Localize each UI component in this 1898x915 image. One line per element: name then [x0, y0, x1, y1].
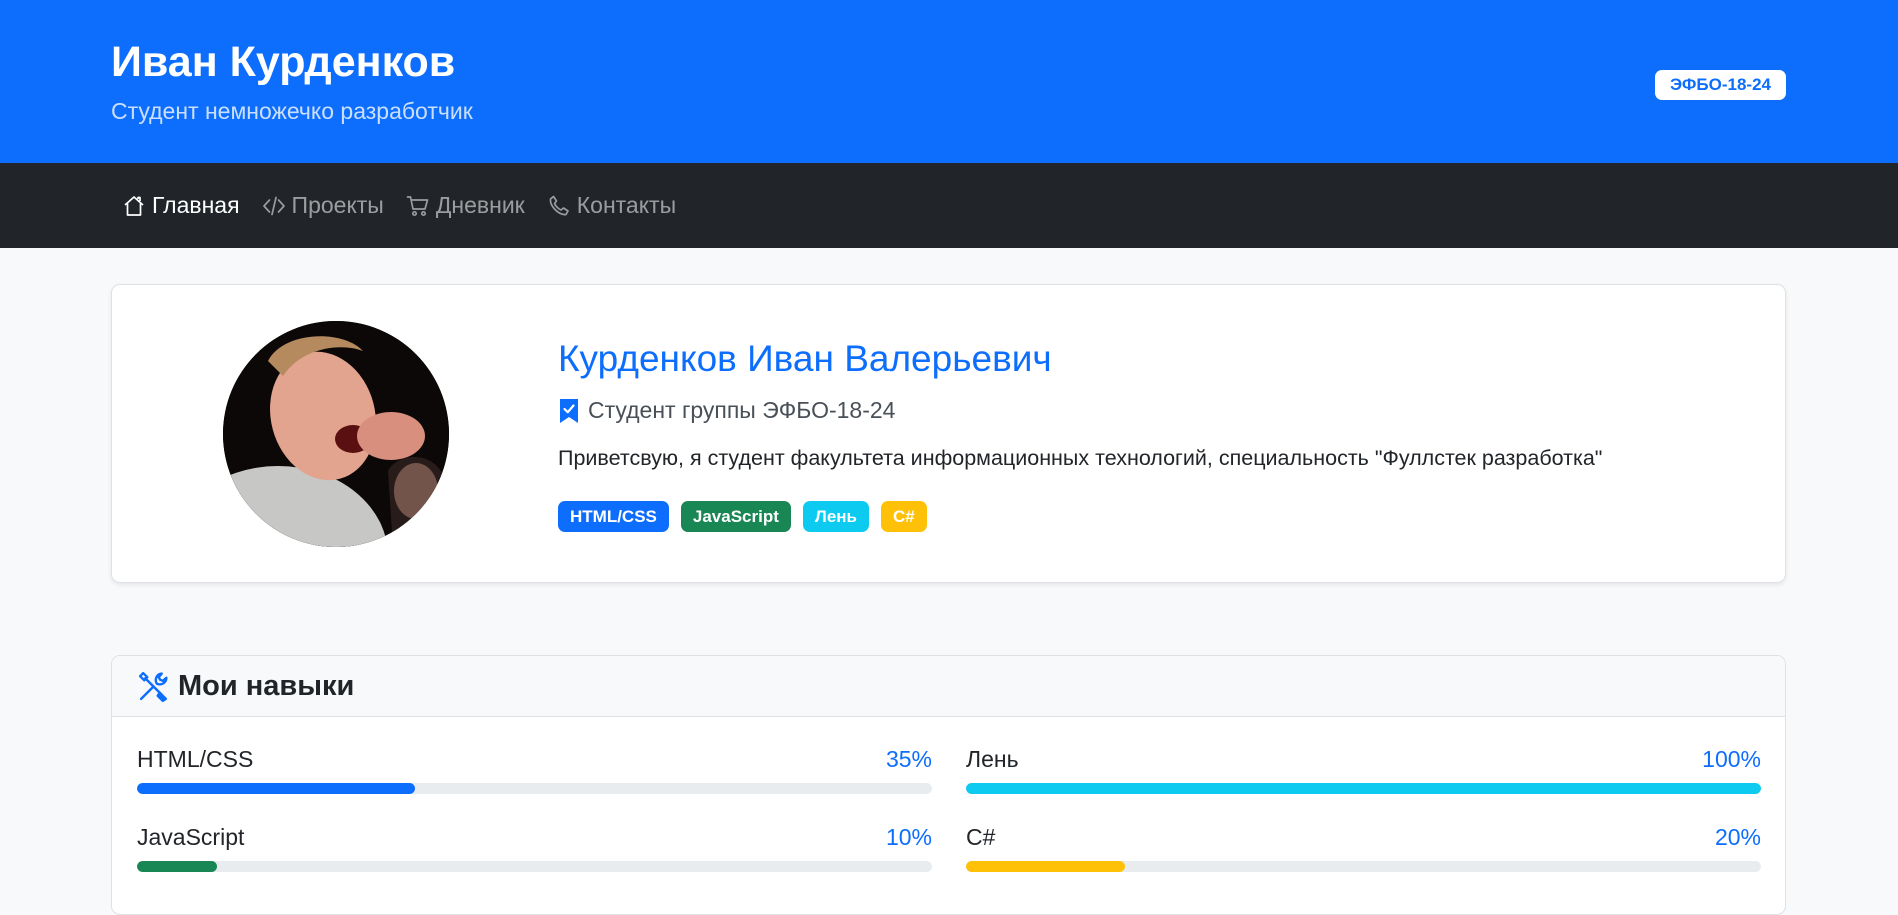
skill-progress-track	[137, 783, 932, 794]
skill-item: JavaScript 10%	[137, 824, 932, 880]
skills-title-text: Мои навыки	[178, 670, 355, 702]
skills-title: Мои навыки	[137, 656, 354, 717]
skill-item: Лень 100%	[966, 746, 1761, 802]
phone-icon	[547, 194, 571, 218]
skill-progress-fill	[966, 783, 1761, 794]
site-subtitle: Студент немножечко разработчик	[111, 98, 473, 124]
nav-list: Главная Проекты Дневник Контакты	[122, 163, 676, 248]
code-icon	[262, 194, 286, 218]
tag-badge: C#	[881, 501, 927, 532]
skill-item: C# 20%	[966, 824, 1761, 880]
skill-item: HTML/CSS 35%	[137, 746, 932, 802]
skill-name: C#	[966, 824, 996, 850]
main-navbar: Главная Проекты Дневник Контакты	[0, 163, 1898, 248]
skill-name: HTML/CSS	[137, 746, 254, 772]
skill-progress-track	[137, 861, 932, 872]
avatar	[223, 321, 449, 547]
nav-item-projects[interactable]: Проекты	[262, 192, 384, 219]
nav-item-home[interactable]: Главная	[122, 192, 240, 219]
skill-progress-track	[966, 861, 1761, 872]
profile-name: Курденков Иван Валерьевич	[558, 338, 1052, 379]
profile-card: Курденков Иван Валерьевич Студент группы…	[111, 284, 1786, 583]
tag-badge: Лень	[802, 501, 869, 532]
tag-list: HTML/CSS JavaScript Лень C#	[558, 501, 927, 532]
skills-card: Мои навыки HTML/CSS 35% Лень 100% JavaSc…	[111, 655, 1786, 915]
skill-progress-fill	[137, 861, 217, 872]
nav-item-diary[interactable]: Дневник	[406, 192, 525, 219]
cart-icon	[406, 194, 430, 218]
tools-icon	[137, 670, 170, 703]
profile-group: Студент группы ЭФБО-18-24	[558, 397, 895, 424]
profile-description: Приветсвую, я студент факультета информа…	[558, 446, 1603, 470]
skill-progress-fill	[966, 861, 1125, 872]
skill-name: Лень	[966, 746, 1019, 772]
house-icon	[122, 194, 146, 218]
nav-item-label: Проекты	[291, 192, 384, 218]
skill-progress-fill	[137, 783, 416, 794]
skill-percent: 20%	[1714, 824, 1761, 850]
skill-progress-track	[966, 783, 1761, 794]
nav-item-contacts[interactable]: Контакты	[547, 192, 676, 219]
nav-item-label: Контакты	[576, 192, 677, 218]
profile-group-text: Студент группы ЭФБО-18-24	[588, 397, 896, 423]
nav-item-label: Дневник	[435, 192, 525, 218]
skills-card-header: Мои навыки	[112, 656, 1785, 717]
tag-badge: JavaScript	[680, 501, 791, 532]
site-title: Иван Курденков	[111, 38, 456, 86]
bookmark-check-icon	[558, 398, 580, 424]
skill-percent: 35%	[885, 746, 932, 772]
group-badge: ЭФБО-18-24	[1655, 70, 1786, 100]
skill-percent: 10%	[885, 824, 932, 850]
nav-item-label: Главная	[152, 192, 240, 218]
skill-name: JavaScript	[137, 824, 245, 850]
site-header: Иван Курденков Студент немножечко разраб…	[0, 0, 1898, 163]
skill-percent: 100%	[1702, 746, 1761, 772]
tag-badge: HTML/CSS	[558, 501, 669, 532]
